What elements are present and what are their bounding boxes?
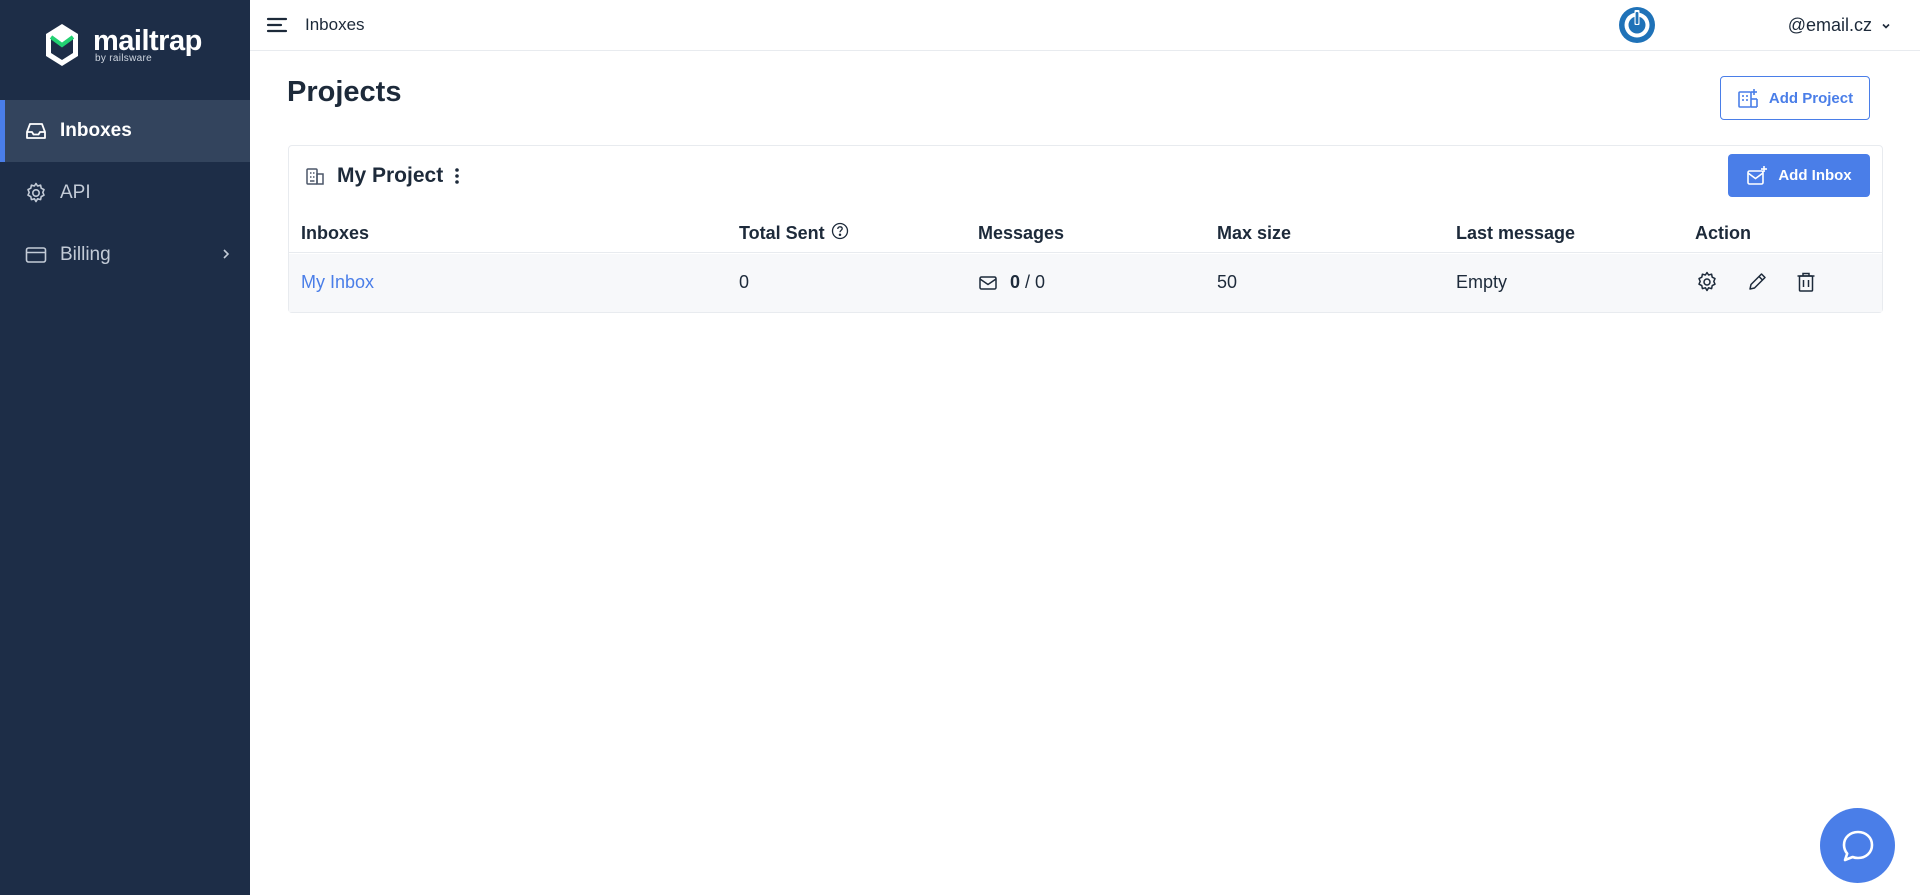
chevron-down-icon — [1882, 23, 1890, 29]
column-header-action: Action — [1695, 223, 1751, 243]
breadcrumb[interactable]: Inboxes — [305, 15, 365, 35]
credit-card-icon — [24, 243, 48, 267]
account-email: @email.cz — [1787, 15, 1872, 35]
messages-count: 0 / 0 — [978, 272, 1045, 293]
power-icon[interactable] — [1618, 6, 1656, 44]
add-inbox-button[interactable]: Add Inbox — [1728, 154, 1870, 197]
sidebar-item-billing[interactable]: Billing — [0, 224, 250, 286]
add-inbox-icon — [1747, 165, 1768, 185]
total-sent-value: 0 — [739, 272, 750, 292]
column-header-last-message: Last message — [1456, 223, 1576, 243]
gear-icon — [24, 181, 48, 205]
add-project-label: Add Project — [1768, 89, 1854, 107]
help-icon[interactable] — [831, 222, 849, 240]
inbox-link[interactable]: My Inbox — [301, 272, 374, 293]
column-header-messages: Messages — [978, 223, 1065, 243]
logo-word: mailtrap — [93, 24, 202, 57]
envelope-icon — [979, 275, 997, 290]
sidebar-item-label: Billing — [60, 244, 111, 265]
mailtrap-logo-icon — [46, 24, 78, 66]
project-header: My Project — [305, 164, 465, 188]
sidebar-item-label: Inboxes — [60, 120, 132, 141]
topbar: Inboxes @email.cz — [250, 0, 1920, 51]
inbox-icon — [24, 119, 48, 143]
messages-total: 0 — [1035, 272, 1046, 292]
logo-text: mailtrap by railsware — [93, 24, 202, 64]
project-name: My Project — [337, 164, 444, 187]
project-card: My Project Add Inbox Inboxes Total Sent … — [288, 145, 1883, 313]
add-project-icon — [1738, 89, 1758, 108]
menu-toggle-icon[interactable] — [266, 14, 288, 36]
sidebar-nav: Inboxes API Billing — [0, 100, 250, 286]
table-header: Inboxes Total Sent Messages Max size Las… — [289, 209, 1882, 253]
chat-bubble-icon — [1842, 830, 1873, 861]
edit-icon[interactable] — [1745, 270, 1769, 294]
sidebar-item-api[interactable]: API — [0, 162, 250, 224]
more-options-icon[interactable] — [449, 165, 465, 187]
sidebar-item-label: API — [60, 182, 91, 203]
sidebar: mailtrap by railsware Inboxes API Billin… — [0, 0, 250, 895]
column-header-total-sent: Total Sent — [739, 222, 849, 244]
column-header-inboxes: Inboxes — [301, 223, 370, 243]
chevron-right-icon — [223, 249, 230, 259]
add-inbox-label: Add Inbox — [1778, 167, 1852, 184]
sidebar-item-inboxes[interactable]: Inboxes — [0, 100, 250, 162]
add-project-button[interactable]: Add Project — [1720, 76, 1870, 120]
max-size-value: 50 — [1217, 272, 1238, 292]
messages-separator: / — [1020, 272, 1036, 292]
building-icon — [306, 168, 324, 185]
trash-icon[interactable] — [1794, 270, 1818, 294]
settings-icon[interactable] — [1695, 270, 1719, 294]
table-row: My Inbox 0 0 / 0 50 Empty — [289, 254, 1882, 312]
last-message-value: Empty — [1456, 272, 1508, 292]
page-title: Projects — [287, 76, 402, 108]
account-menu[interactable]: @email.cz — [1788, 15, 1892, 36]
messages-unread: 0 — [1010, 272, 1021, 292]
chat-support-button[interactable] — [1820, 808, 1895, 883]
mailtrap-logo[interactable]: mailtrap by railsware — [42, 22, 202, 68]
column-header-max-size: Max size — [1217, 223, 1292, 243]
